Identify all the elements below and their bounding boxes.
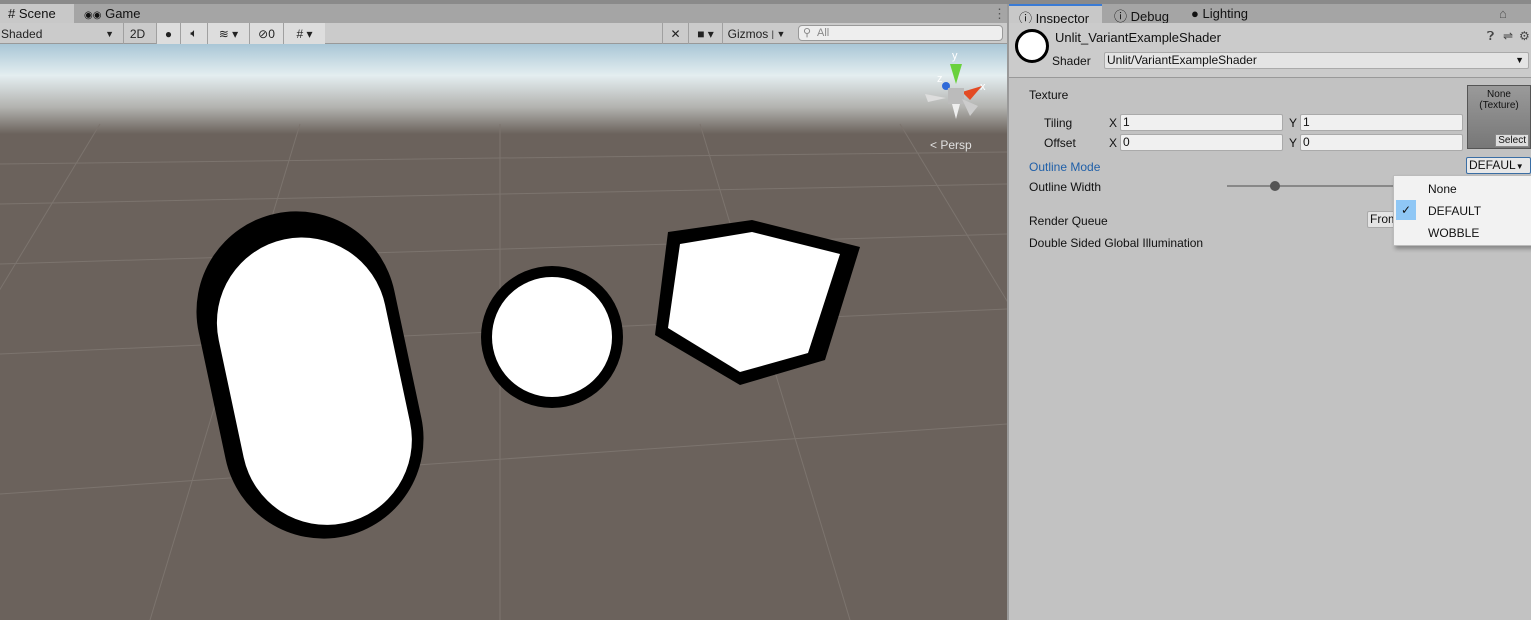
effects-dropdown[interactable]: ≋ ▾ [207,23,249,44]
y-label: Y [1289,136,1298,150]
sphere-object[interactable] [481,266,623,408]
grid-dropdown[interactable]: # ▾ [283,23,325,44]
svg-text:z: z [937,73,943,85]
scene-tab-bar: # Scene ◉◉ Game ⋮ [0,4,1007,23]
offset-label: Offset [1044,136,1076,150]
preset-icon[interactable]: ⇌ [1503,29,1513,43]
offset-x-field[interactable]: 0 [1120,134,1283,151]
texture-slot[interactable]: None (Texture) Select [1467,85,1531,149]
chevron-down-icon: ▼ [1515,162,1524,171]
tools-icon: ✕ [670,26,681,41]
skybox [0,44,1007,134]
outline-width-slider[interactable] [1227,181,1397,191]
svg-text:x: x [980,81,986,93]
svg-text:y: y [952,50,958,62]
info-icon: ⓘ [1114,9,1128,24]
tiling-label: Tiling [1044,116,1073,130]
lightbulb-icon: ● [1191,6,1199,21]
tab-game[interactable]: ◉◉ Game [76,4,148,23]
gamepad-icon: ◉◉ [84,10,102,21]
lightbulb-icon: ● [164,26,173,41]
audio-toggle[interactable]: 🔈︎ [180,23,207,44]
camera-icon: ■ ▾ [697,26,714,41]
camera-dropdown[interactable]: ■ ▾ [688,23,722,44]
search-icon: ⚲ [803,27,812,39]
tab-debug[interactable]: ⓘ Debug [1104,4,1179,24]
menu-item-none[interactable]: None [1428,182,1457,196]
scene-toolbar: Shaded ▼ 2D ● 🔈︎ ≋ ▾ ⊘ 0 # ▾ ✕ ■ ▾ Gizmos … [0,23,1007,44]
y-label: Y [1289,116,1298,130]
slider-handle[interactable] [1270,181,1280,191]
check-icon: ✓ [1396,200,1416,220]
draw-mode-dropdown[interactable]: Shaded ▼ [0,23,118,44]
projection-label[interactable]: < Persp [930,138,972,152]
tiling-x-field[interactable]: 1 [1120,114,1283,131]
shader-label: Shader [1052,54,1091,68]
menu-item-wobble[interactable]: WOBBLE [1428,226,1479,240]
scene-canvas[interactable]: y x z < Persp [0,44,1007,620]
outline-mode-dropdown[interactable]: DEFAUL▼ [1466,157,1531,174]
texture-select-button[interactable]: Select [1495,134,1529,147]
effects-icon: ≋ ▾ [218,26,239,41]
gear-icon[interactable]: ⚙ [1519,29,1530,43]
chevron-down-icon: ▼ [105,28,114,39]
eye-slash-icon: ⊘ [258,26,269,41]
lock-icon[interactable]: ⌂ ⋮ [1489,4,1531,36]
tools-button[interactable]: ✕ [662,23,688,44]
material-preview [1015,29,1049,63]
scene-search-input[interactable]: ⚲ All [798,25,1003,41]
grid-icon: # [8,6,16,21]
inspector-panel: ⓘ Inspector ⓘ Debug ● Lighting ⌂ ⋮ Unlit… [1007,4,1531,620]
material-name: Unlit_VariantExampleShader [1055,30,1221,45]
dsgi-label: Double Sided Global Illumination [1029,236,1204,250]
hidden-objects-toggle[interactable]: ⊘ 0 [249,23,283,44]
chevron-down-icon: ▼ [1515,55,1524,65]
menu-item-default[interactable]: DEFAULT [1428,204,1481,218]
inspector-tab-bar: ⓘ Inspector ⓘ Debug ● Lighting ⌂ ⋮ [1009,4,1531,36]
tiling-y-field[interactable]: 1 [1300,114,1463,131]
grid-snap-icon: # ▾ [296,26,313,41]
gizmos-dropdown[interactable]: Gizmos | ▼ [722,23,790,44]
scene-view[interactable]: y x z < Persp [0,44,1007,620]
shader-dropdown[interactable]: Unlit/VariantExampleShader ▼ [1104,52,1529,69]
chevron-down-icon: | ▼ [771,28,786,39]
tab-inspector[interactable]: ⓘ Inspector [1009,4,1102,26]
tab-lighting[interactable]: ● Lighting [1181,4,1258,23]
x-label: X [1109,136,1118,150]
help-icon[interactable]: ❓︎ [1487,29,1494,44]
offset-y-field[interactable]: 0 [1300,134,1463,151]
outline-width-label: Outline Width [1029,180,1102,194]
material-header: Unlit_VariantExampleShader ❓︎ ⇌ ⚙ Shader… [1009,23,1531,78]
outline-mode-menu: None ✓ DEFAULT WOBBLE [1393,175,1531,246]
x-label: X [1109,116,1118,130]
tab-scene[interactable]: # Scene [0,4,74,23]
lighting-toggle[interactable]: ● [156,23,180,44]
speaker-icon: 🔈︎ [190,26,198,40]
render-queue-label: Render Queue [1029,214,1108,228]
outline-mode-label: Outline Mode [1029,160,1101,174]
texture-label: Texture [1029,88,1069,102]
2d-toggle[interactable]: 2D [123,23,151,44]
